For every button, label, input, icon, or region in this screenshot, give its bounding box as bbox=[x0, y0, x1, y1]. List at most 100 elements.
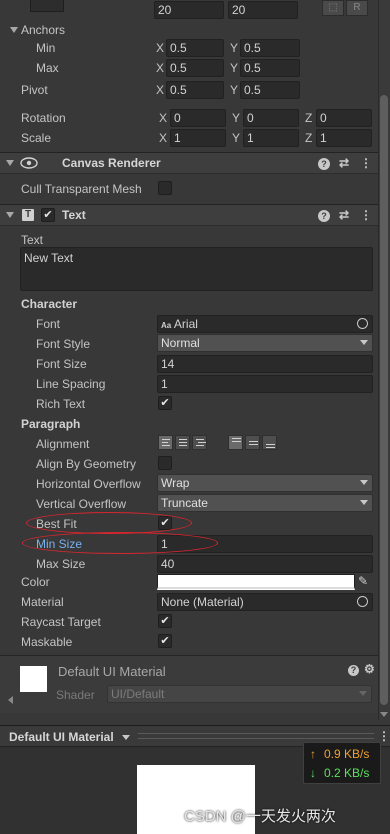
align-by-geometry-label: Align By Geometry bbox=[36, 457, 137, 471]
anchor-min-x-field[interactable]: 0.5 bbox=[166, 39, 224, 57]
maskable-checkbox[interactable]: ✔ bbox=[158, 634, 172, 648]
best-fit-annotation-ellipse bbox=[26, 512, 192, 534]
canvas-renderer-title: Canvas Renderer bbox=[62, 156, 161, 170]
vertical-overflow-label: Vertical Overflow bbox=[36, 497, 127, 511]
more-menu-icon[interactable]: ⋮ bbox=[360, 156, 372, 170]
gear-icon[interactable]: ⚙ bbox=[364, 662, 375, 676]
rotation-label: Rotation bbox=[21, 111, 66, 125]
pivot-x-field[interactable]: 0.5 bbox=[166, 81, 224, 99]
min-size-annotation-ellipse bbox=[22, 532, 218, 554]
axis-z-label: Z bbox=[305, 131, 313, 145]
align-top-button[interactable] bbox=[228, 435, 243, 450]
rotation-z-field[interactable]: 0 bbox=[316, 109, 372, 127]
size-w-field[interactable]: 20 bbox=[154, 1, 224, 19]
fold-arrow-icon[interactable] bbox=[6, 212, 14, 218]
scale-y-field[interactable]: 1 bbox=[243, 129, 299, 147]
axis-y-label: Y bbox=[230, 41, 239, 55]
text-area[interactable]: New Text bbox=[20, 247, 373, 291]
max-size-field[interactable]: 40 bbox=[157, 555, 373, 573]
canvas-renderer-header[interactable]: Canvas Renderer ? ⇄ ⋮ bbox=[0, 152, 378, 174]
rect-preview-box[interactable] bbox=[30, 0, 64, 12]
font-asset-icon: Aa bbox=[161, 321, 172, 330]
horizontal-overflow-dropdown[interactable]: Wrap bbox=[157, 474, 373, 492]
chevron-down-icon bbox=[360, 340, 368, 345]
cull-transparent-mesh-checkbox[interactable] bbox=[158, 181, 172, 195]
align-right-button[interactable] bbox=[192, 435, 207, 450]
more-menu-icon[interactable]: ⋮ bbox=[378, 729, 390, 743]
anchor-max-y-field[interactable]: 0.5 bbox=[240, 59, 300, 77]
align-center-button[interactable] bbox=[175, 435, 190, 450]
download-speed: 0.2 KB/s bbox=[324, 766, 370, 780]
font-size-field[interactable]: 14 bbox=[157, 355, 373, 373]
text-label: Text bbox=[21, 233, 44, 247]
download-arrow-icon: ↓ bbox=[310, 766, 316, 780]
raw-edit-button[interactable]: R bbox=[346, 0, 368, 16]
scale-x-field[interactable]: 1 bbox=[170, 129, 226, 147]
font-field[interactable]: Aa Arial bbox=[157, 315, 373, 333]
size-h-field[interactable]: 20 bbox=[228, 1, 298, 19]
more-menu-icon[interactable]: ⋮ bbox=[360, 208, 372, 222]
pivot-y-field[interactable]: 0.5 bbox=[240, 81, 300, 99]
maskable-label: Maskable bbox=[21, 635, 73, 649]
help-icon[interactable]: ? bbox=[318, 210, 330, 222]
rotation-y-field[interactable]: 0 bbox=[243, 109, 299, 127]
raycast-target-label: Raycast Target bbox=[21, 615, 101, 629]
material-field-value: None (Material) bbox=[161, 595, 244, 609]
align-by-geometry-checkbox[interactable] bbox=[158, 456, 172, 470]
object-picker-icon[interactable] bbox=[357, 596, 368, 607]
help-icon[interactable]: ? bbox=[348, 665, 359, 676]
font-style-dropdown[interactable]: Normal bbox=[157, 334, 373, 352]
anchor-max-label: Max bbox=[36, 61, 59, 75]
chevron-down-icon bbox=[360, 500, 368, 505]
chevron-down-icon[interactable] bbox=[122, 735, 130, 740]
scroll-down-arrow[interactable] bbox=[380, 712, 388, 717]
component-enabled-checkbox[interactable]: ✔ bbox=[41, 208, 55, 222]
horizontal-overflow-label: Horizontal Overflow bbox=[36, 477, 141, 491]
text-component-header[interactable]: T ✔ Text ? ⇄ ⋮ bbox=[0, 204, 378, 226]
chevron-down-icon bbox=[359, 691, 367, 696]
fold-arrow-icon[interactable] bbox=[6, 160, 14, 166]
anchor-max-x-field[interactable]: 0.5 bbox=[166, 59, 224, 77]
object-picker-icon[interactable] bbox=[357, 318, 368, 329]
axis-y-label: Y bbox=[230, 61, 239, 75]
align-middle-button[interactable] bbox=[245, 435, 260, 450]
shader-dropdown[interactable]: UI/Default bbox=[107, 685, 372, 703]
cull-transparent-mesh-label: Cull Transparent Mesh bbox=[21, 182, 142, 196]
upload-arrow-icon: ↑ bbox=[310, 747, 316, 761]
align-bottom-button[interactable] bbox=[262, 435, 277, 450]
axis-x-label: X bbox=[156, 83, 165, 97]
rich-text-checkbox[interactable]: ✔ bbox=[158, 396, 172, 410]
font-style-label: Font Style bbox=[36, 337, 91, 351]
axis-y-label: Y bbox=[232, 111, 241, 125]
shader-value: UI/Default bbox=[111, 687, 165, 701]
network-speed-overlay: ↑ 0.9 KB/s ↓ 0.2 KB/s bbox=[303, 742, 381, 784]
align-left-button[interactable] bbox=[158, 435, 173, 450]
material-preview-swatch bbox=[20, 666, 47, 692]
font-field-value: Arial bbox=[173, 317, 198, 331]
text-area-value: New Text bbox=[24, 251, 74, 265]
rotation-x-field[interactable]: 0 bbox=[170, 109, 226, 127]
axis-z-label: Z bbox=[305, 111, 313, 125]
alignment-label: Alignment bbox=[36, 437, 90, 451]
raycast-target-checkbox[interactable]: ✔ bbox=[158, 614, 172, 628]
axis-x-label: X bbox=[159, 111, 168, 125]
material-field[interactable]: None (Material) bbox=[157, 593, 373, 611]
preset-icon[interactable]: ⇄ bbox=[339, 156, 349, 170]
preset-icon[interactable]: ⇄ bbox=[339, 208, 349, 222]
line-spacing-field[interactable]: 1 bbox=[157, 375, 373, 393]
color-label: Color bbox=[21, 575, 50, 589]
anchors-fold-arrow[interactable] bbox=[10, 27, 18, 33]
inspector-scrollbar-thumb[interactable] bbox=[380, 95, 388, 705]
scale-z-field[interactable]: 1 bbox=[316, 129, 372, 147]
scale-label: Scale bbox=[21, 131, 52, 145]
preview-title: Default UI Material bbox=[9, 730, 114, 744]
axis-x-label: X bbox=[159, 131, 168, 145]
chevron-down-icon bbox=[360, 480, 368, 485]
vertical-overflow-dropdown[interactable]: Truncate bbox=[157, 494, 373, 512]
scroll-left-arrow[interactable] bbox=[8, 696, 13, 704]
blueprint-mode-button[interactable]: ⬚ bbox=[322, 0, 344, 16]
preview-drag-handle[interactable] bbox=[138, 733, 374, 739]
anchor-min-y-field[interactable]: 0.5 bbox=[240, 39, 300, 57]
eyedropper-icon[interactable]: ✎ bbox=[358, 574, 368, 588]
help-icon[interactable]: ? bbox=[318, 158, 330, 170]
